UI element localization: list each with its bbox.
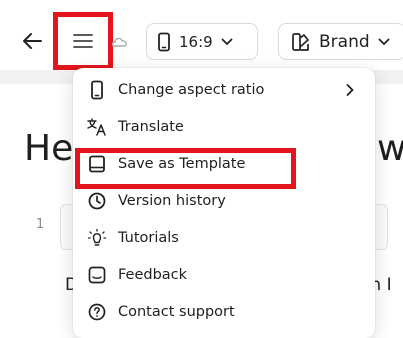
menu-item-label: Change aspect ratio <box>118 82 265 98</box>
menu-item-label: Translate <box>118 119 184 135</box>
chevron-down-icon <box>221 38 233 45</box>
canvas-line-number: 1 <box>36 217 45 232</box>
canvas-heading-right: w <box>377 128 403 169</box>
menu-item-label: Contact support <box>118 304 235 320</box>
canvas-heading-left: He <box>24 128 74 169</box>
main-menu-dropdown: Change aspect ratio Translate Save as Te… <box>73 68 375 338</box>
menu-item-translate[interactable]: Translate <box>73 110 375 144</box>
highlight-box <box>75 148 296 189</box>
feedback-icon <box>87 265 107 285</box>
question-circle-icon <box>87 302 107 322</box>
brand-kit-icon <box>292 32 309 51</box>
cloud-icon <box>112 37 127 47</box>
translate-icon <box>87 117 107 137</box>
arrow-left-icon <box>23 33 42 49</box>
menu-item-label: Version history <box>118 193 226 209</box>
menu-item-label: Feedback <box>118 267 188 283</box>
menu-item-change-aspect-ratio[interactable]: Change aspect ratio <box>73 73 375 107</box>
chevron-down-icon <box>378 38 390 45</box>
hamburger-menu-icon <box>73 34 93 48</box>
phone-icon <box>87 80 107 100</box>
menu-item-label: Tutorials <box>118 230 179 246</box>
clock-icon <box>87 191 107 211</box>
menu-item-tutorials[interactable]: Tutorials <box>73 221 375 255</box>
aspect-ratio-label: 16:9 <box>179 32 213 51</box>
menu-item-version-history[interactable]: Version history <box>73 184 375 218</box>
brand-label: Brand <box>319 31 370 52</box>
chevron-right-icon <box>346 84 354 96</box>
menu-item-contact-support[interactable]: Contact support <box>73 295 375 329</box>
back-button[interactable] <box>20 28 44 54</box>
lightbulb-icon <box>87 228 107 248</box>
phone-icon <box>158 32 170 51</box>
aspect-ratio-dropdown[interactable]: 16:9 <box>146 23 258 60</box>
menu-item-feedback[interactable]: Feedback <box>73 258 375 292</box>
main-menu-button[interactable] <box>53 12 113 70</box>
brand-dropdown[interactable]: Brand <box>278 23 403 60</box>
